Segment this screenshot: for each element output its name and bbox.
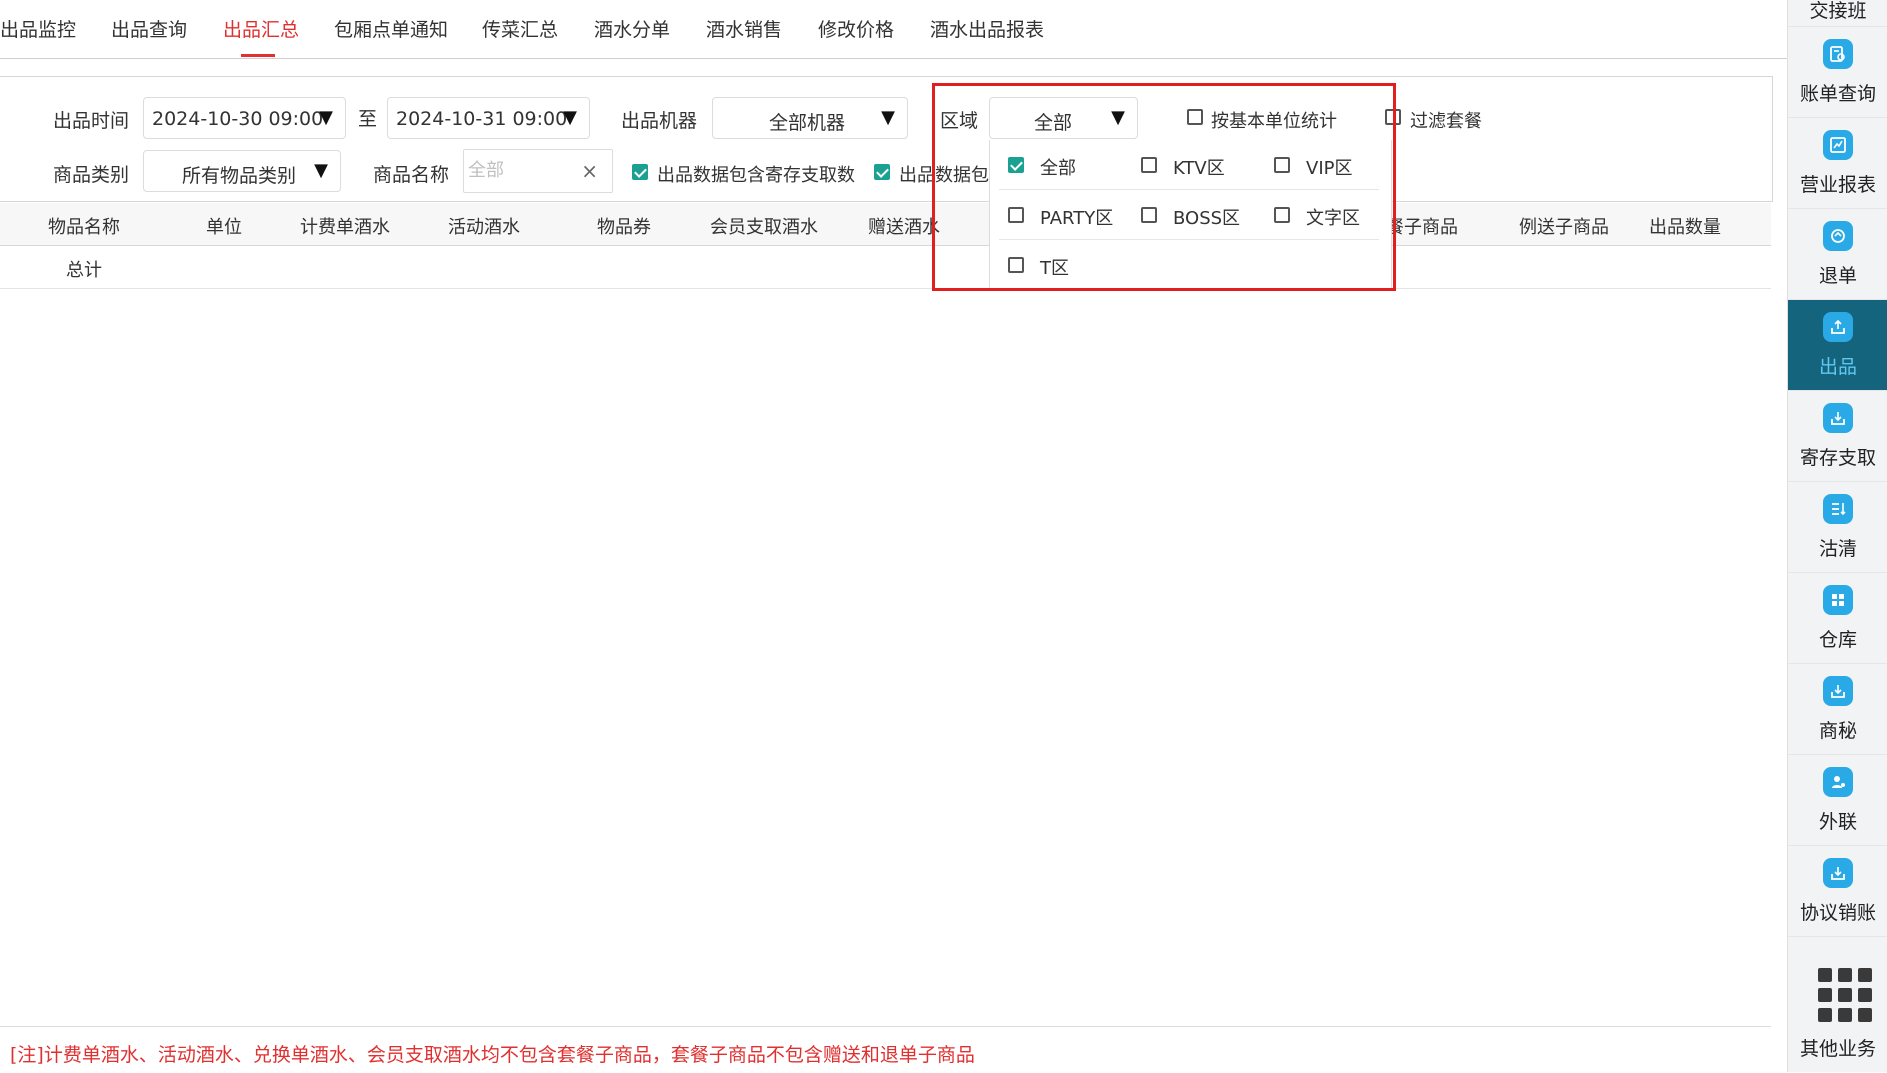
sidebar-item-label: 退单	[1818, 265, 1857, 287]
triangle-down-icon: ▼	[314, 160, 328, 181]
storage-withdraw-icon	[1823, 403, 1853, 433]
sidebar-item-label: 寄存支取	[1799, 447, 1876, 469]
col-gift-drinks: 赠送酒水	[868, 217, 940, 238]
table-total-row: 总计	[0, 246, 1771, 289]
bill-search-icon	[1823, 39, 1853, 69]
name-label: 商品名称	[373, 164, 450, 186]
dispatch-icon	[1823, 312, 1853, 342]
tab-serving-summary[interactable]: 传菜汇总	[482, 15, 558, 42]
tab-room-order-notice[interactable]: 包厢点单通知	[334, 15, 448, 42]
sidebar-item-label: 协议销账	[1799, 902, 1876, 924]
col-promo-drinks: 活动酒水	[448, 217, 520, 238]
triangle-down-icon: ▼	[563, 107, 577, 128]
sidebar-item-external-contact[interactable]: 外联	[1788, 755, 1887, 846]
agreement-writeoff-icon	[1823, 858, 1853, 888]
time-start-value: 2024-10-30 09:00	[152, 108, 324, 130]
annotation-highlight-box	[932, 83, 1396, 291]
sidebar-item-label: 出品	[1818, 356, 1857, 378]
sidebar-item-secretary[interactable]: 商秘	[1788, 664, 1887, 755]
col-dispatch-qty: 出品数量	[1649, 217, 1721, 238]
sidebar-item-shift-handover[interactable]: 交接班	[1788, 0, 1887, 27]
sidebar-item-label: 外联	[1818, 811, 1857, 833]
apps-grid-icon[interactable]	[1818, 968, 1872, 1022]
sidebar-item-label: 仓库	[1818, 629, 1857, 651]
time-start-select[interactable]: 2024-10-30 09:00 ▼	[143, 97, 346, 139]
table-body	[0, 289, 1771, 1025]
include-other-checkbox[interactable]	[874, 164, 890, 180]
machine-select[interactable]: 全部机器 ▼	[712, 97, 908, 139]
tab-drinks-dispatch-report[interactable]: 酒水出品报表	[930, 15, 1044, 42]
warehouse-icon	[1823, 585, 1853, 615]
total-label: 总计	[66, 260, 102, 281]
external-contact-icon	[1823, 767, 1853, 797]
business-report-icon	[1823, 130, 1853, 160]
refund-icon	[1823, 221, 1853, 251]
footer-note: [注]计费单酒水、活动酒水、兑换单酒水、会员支取酒水均不包含套餐子商品，套餐子商…	[10, 1044, 975, 1066]
col-unit: 单位	[206, 217, 242, 238]
sidebar-item-label: 交接班	[1809, 0, 1867, 22]
col-item-name: 物品名称	[48, 217, 120, 238]
tab-drinks-split[interactable]: 酒水分单	[594, 15, 670, 42]
top-tab-bar: 出品监控 出品查询 出品汇总 包厢点单通知 传菜汇总 酒水分单 酒水销售 修改价…	[0, 0, 1787, 59]
table-header: 物品名称 单位 计费单酒水 活动酒水 物品券 会员支取酒水 赠送酒水 套餐子商品…	[0, 203, 1771, 246]
machine-value: 全部机器	[769, 112, 846, 134]
col-item-voucher: 物品券	[597, 217, 651, 238]
triangle-down-icon: ▼	[881, 107, 895, 128]
sidebar-item-label: 沽清	[1818, 538, 1857, 560]
sidebar-item-business-report[interactable]: 营业报表	[1788, 118, 1887, 209]
category-label: 商品类别	[53, 164, 130, 186]
machine-label: 出品机器	[621, 110, 698, 132]
include-storage-label: 出品数据包含寄存支取数	[657, 165, 855, 186]
right-sidebar: 交接班 账单查询 营业报表 退单 出品 寄存支取 沽清 仓库 商秘 外联 协议销…	[1787, 0, 1887, 1072]
col-billed-drinks: 计费单酒水	[300, 217, 390, 238]
clear-icon[interactable]: ×	[581, 159, 598, 183]
sidebar-item-agreement-writeoff[interactable]: 协议销账	[1788, 846, 1887, 937]
footer-bar: [注]计费单酒水、活动酒水、兑换单酒水、会员支取酒水均不包含套餐子商品，套餐子商…	[0, 1026, 1771, 1073]
tab-drinks-sales[interactable]: 酒水销售	[706, 15, 782, 42]
category-value: 所有物品类别	[182, 165, 297, 187]
sidebar-item-bill-search[interactable]: 账单查询	[1788, 27, 1887, 118]
name-input[interactable]	[468, 160, 568, 181]
sidebar-item-storage-withdraw[interactable]: 寄存支取	[1788, 391, 1887, 482]
col-member-withdraw: 会员支取酒水	[710, 217, 818, 238]
to-label: 至	[358, 108, 378, 130]
sidebar-item-label: 商秘	[1818, 720, 1857, 742]
sidebar-item-dispatch[interactable]: 出品	[1788, 300, 1887, 391]
sidebar-item-warehouse[interactable]: 仓库	[1788, 573, 1887, 664]
include-storage-checkbox[interactable]	[632, 164, 648, 180]
secretary-icon	[1823, 676, 1853, 706]
sidebar-item-sold-out[interactable]: 沽清	[1788, 482, 1887, 573]
filter-panel: 出品时间 2024-10-30 09:00 ▼ 至 2024-10-31 09:…	[0, 76, 1773, 202]
time-end-select[interactable]: 2024-10-31 09:00 ▼	[387, 97, 590, 139]
sidebar-item-label: 营业报表	[1799, 174, 1876, 196]
tab-dispatch-summary[interactable]: 出品汇总	[223, 15, 299, 42]
sidebar-other-business[interactable]: 其他业务	[1788, 1034, 1887, 1061]
sold-out-icon	[1823, 494, 1853, 524]
category-select[interactable]: 所有物品类别 ▼	[143, 150, 341, 192]
tab-dispatch-query[interactable]: 出品查询	[111, 15, 187, 42]
name-input-box: ×	[463, 149, 613, 193]
tab-dispatch-monitor[interactable]: 出品监控	[0, 15, 76, 42]
triangle-down-icon: ▼	[319, 107, 333, 128]
tab-modify-price[interactable]: 修改价格	[818, 15, 894, 42]
sidebar-item-label: 账单查询	[1799, 83, 1876, 105]
filter-set-label: 过滤套餐	[1410, 111, 1482, 132]
col-free-sub-items: 例送子商品	[1519, 217, 1609, 238]
time-label: 出品时间	[53, 110, 130, 132]
sidebar-item-refund[interactable]: 退单	[1788, 209, 1887, 300]
active-tab-indicator	[241, 54, 275, 57]
time-end-value: 2024-10-31 09:00	[396, 108, 568, 130]
